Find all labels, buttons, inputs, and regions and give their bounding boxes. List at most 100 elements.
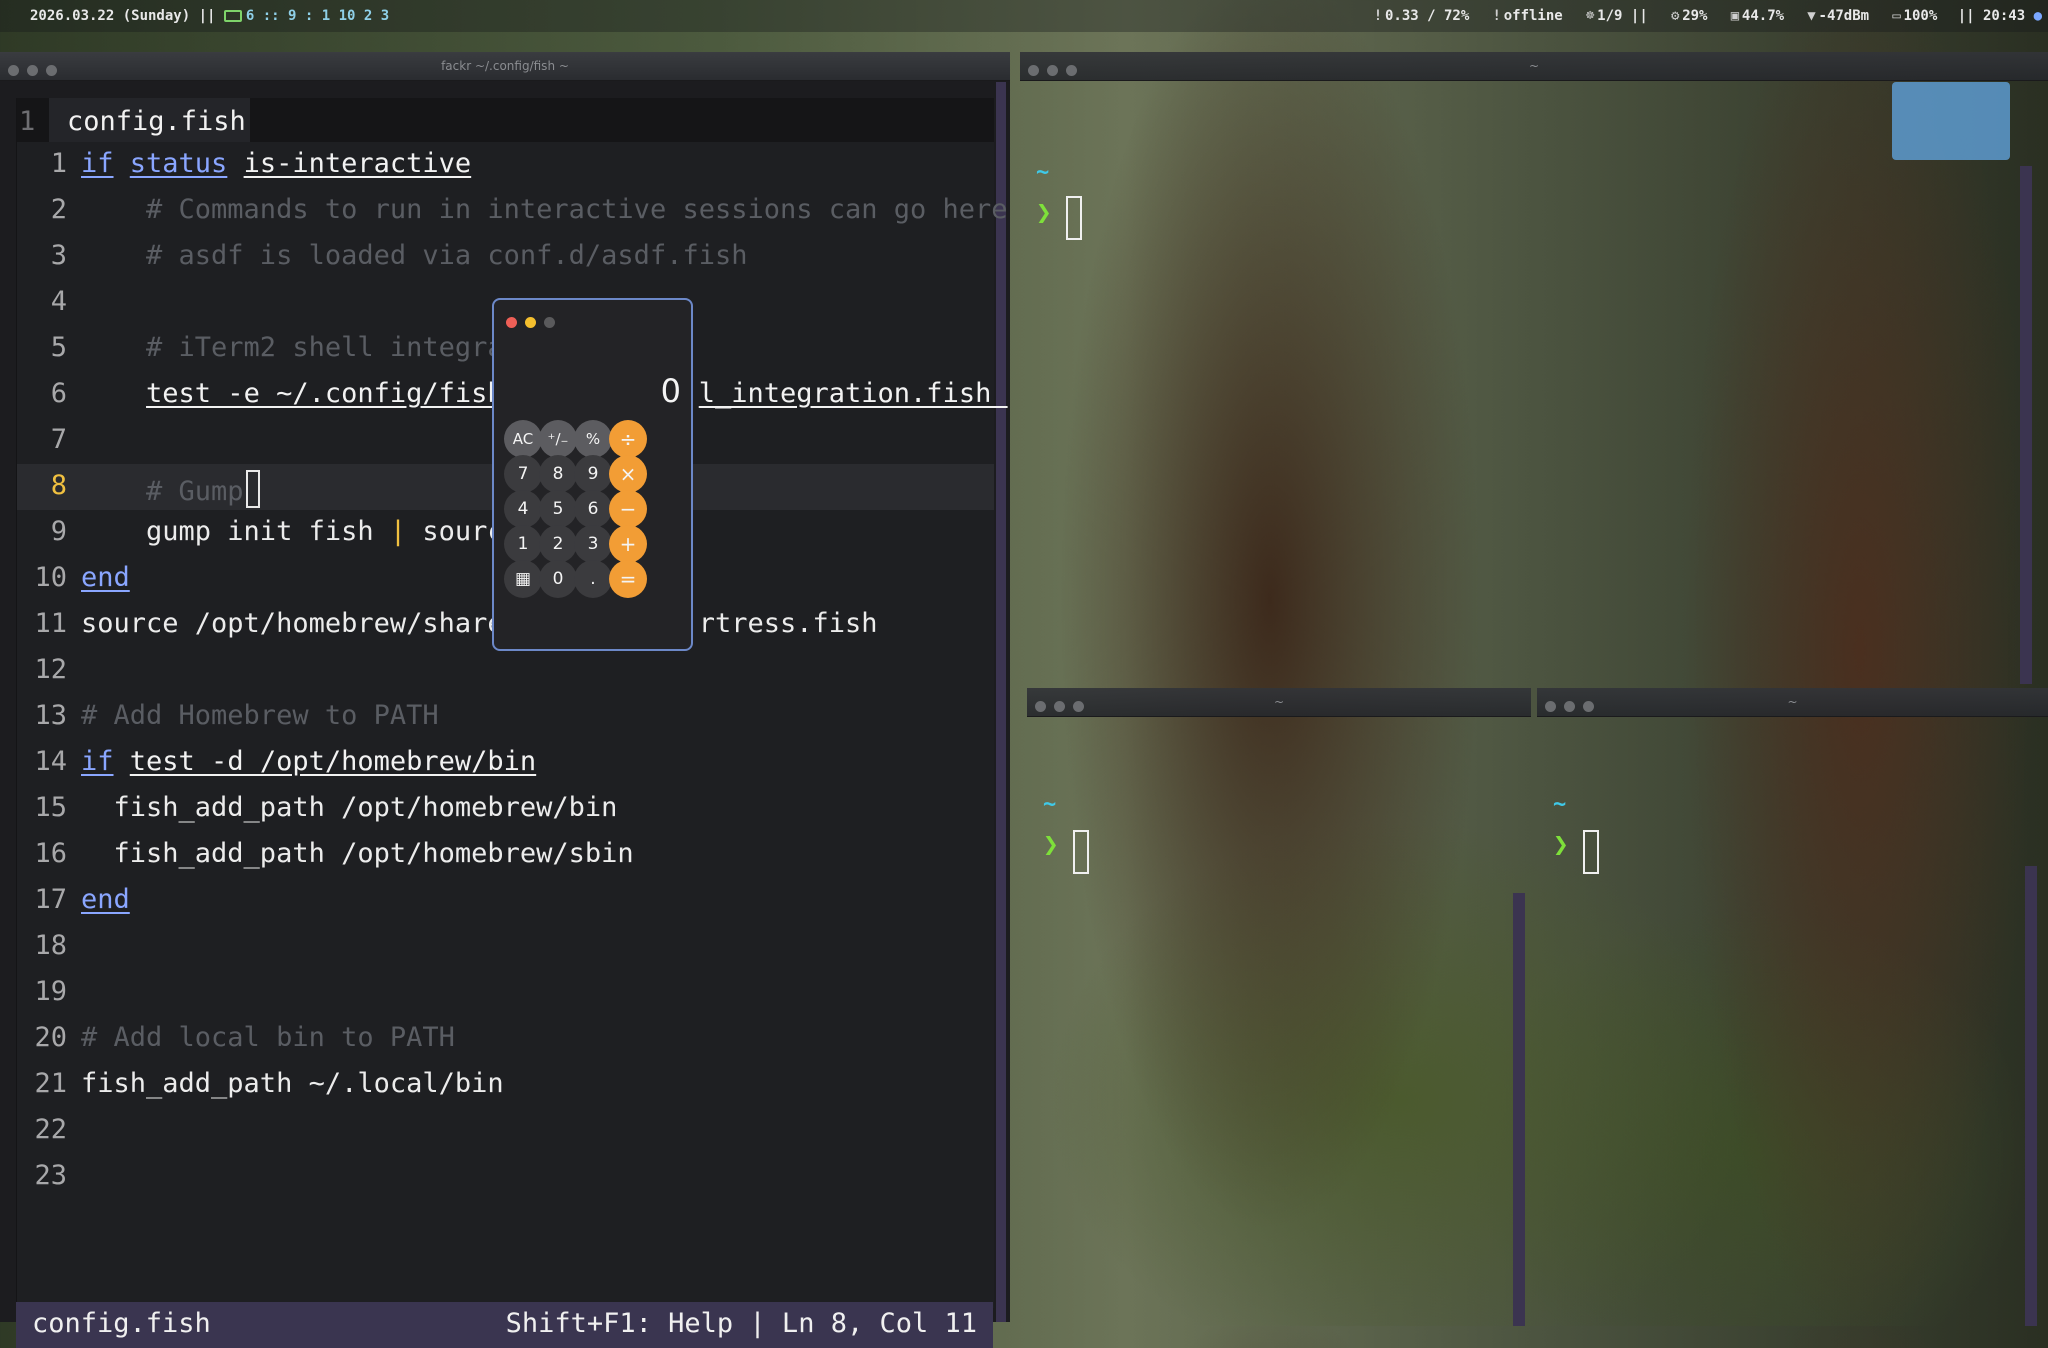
code-token: gump init fish: [81, 516, 390, 547]
editor-window: fackr ~/.config/fish ~ 1 config.fish 1 if…: [0, 52, 1010, 1348]
status-right: ! 0.33 / 72% ! offline ☸ 1/9 || ⚙ 29% ▣ 44.7%…: [1371, 8, 2042, 24]
date-label: 2026.03.22 (Sunday) ||: [30, 8, 216, 24]
digit-2-button[interactable]: 2: [539, 525, 577, 563]
calculator-window[interactable]: 0 AC ⁺∕₋% ÷ 7 8 9 × 4 5 6−1 2 3 + ▦ 0. =: [492, 298, 693, 651]
window-scrollbar[interactable]: [996, 82, 1006, 1322]
decimal-button[interactable]: .: [574, 560, 612, 598]
network-state-label: offline: [1503, 8, 1563, 24]
code-line[interactable]: 16 fish_add_path /opt/homebrew/sbin: [17, 832, 994, 878]
digit-7-button[interactable]: 7: [504, 455, 542, 493]
line-number: 6: [50, 378, 67, 409]
code-line[interactable]: 21 fish_add_path ~/.local/bin: [17, 1062, 994, 1108]
calculator-mode-icon[interactable]: ▦: [504, 560, 542, 598]
code-token: if: [81, 148, 114, 179]
terminal-scrollbar[interactable]: [2025, 866, 2037, 1326]
digit-0-button[interactable]: 0: [539, 560, 577, 598]
digit-4-button[interactable]: 4: [504, 490, 542, 528]
zoom-button[interactable]: [544, 317, 555, 328]
code-text: # Commands to run in interactive session…: [81, 194, 1008, 225]
line-number: 19: [34, 976, 67, 1007]
code-text: gump init fish | sourc: [81, 516, 504, 547]
terminal-window-bottom-left[interactable]: ~ ~ ❯: [1027, 688, 1531, 1326]
line-number: 15: [34, 792, 67, 823]
code-line[interactable]: 19: [17, 970, 994, 1016]
window-title: ~: [1787, 695, 1798, 709]
plus-minus-button[interactable]: ⁺∕₋: [539, 420, 577, 458]
status-filename: config.fish: [32, 1308, 211, 1339]
code-token: # Commands to run in interactive session…: [81, 194, 1008, 225]
line-number: 14: [34, 746, 67, 777]
code-text: # iTerm2 shell integra: [81, 332, 504, 363]
percent-button[interactable]: %: [574, 420, 612, 458]
window-title: ~: [1273, 695, 1285, 709]
digit-5-button[interactable]: 5: [539, 490, 577, 528]
code-token: status: [129, 148, 228, 179]
code-text: # Add Homebrew to PATH: [81, 700, 439, 731]
divide-button[interactable]: ÷: [609, 420, 647, 458]
terminal-titlebar[interactable]: ~: [1027, 688, 1531, 717]
code-token: fish_add_path ~/.local/bin: [81, 1068, 504, 1099]
terminal-titlebar[interactable]: ~: [1537, 688, 2048, 717]
equals-button[interactable]: =: [609, 560, 647, 598]
code-line[interactable]: 13 # Add Homebrew to PATH: [17, 694, 994, 740]
close-button[interactable]: [506, 317, 517, 328]
code-line[interactable]: 1 if status is-interactive: [17, 142, 994, 188]
line-number: 5: [50, 332, 67, 363]
line-number: 23: [34, 1160, 67, 1191]
minus-button[interactable]: −: [609, 490, 647, 528]
code-line[interactable]: 14 if test -d /opt/homebrew/bin: [17, 740, 994, 786]
digit-1-button[interactable]: 1: [504, 525, 542, 563]
status-position: Shift+F1: Help | Ln 8, Col 11: [505, 1308, 977, 1339]
code-line[interactable]: 22: [17, 1108, 994, 1154]
text-cursor: [245, 470, 260, 508]
editor-body[interactable]: 1 config.fish 1 if status is-interactive 2…: [16, 98, 1008, 1308]
code-line[interactable]: 3 # asdf is loaded via conf.d/asdf.fish: [17, 234, 994, 280]
code-text: if test -d /opt/homebrew/bin: [81, 746, 536, 777]
code-text: fish_add_path /opt/homebrew/bin: [81, 792, 618, 823]
digit-3-button[interactable]: 3: [574, 525, 612, 563]
code-token: test -d /opt/homebrew/bin: [129, 746, 537, 777]
code-line[interactable]: 15 fish_add_path /opt/homebrew/bin: [17, 786, 994, 832]
cpu-label: 29%: [1682, 8, 1708, 24]
line-number: 20: [34, 1022, 67, 1053]
code-token: end: [81, 562, 130, 593]
status-left: 2026.03.22 (Sunday) || 6 :: 9 : 1 10 2 3: [30, 8, 389, 24]
code-text: end: [81, 884, 130, 915]
workspace-indicator[interactable]: 6 :: 9 : 1 10 2 3: [246, 8, 389, 24]
terminal-window-top[interactable]: ~ ~ ❯: [1020, 52, 2048, 684]
code-line[interactable]: 20 # Add local bin to PATH: [17, 1016, 994, 1062]
digit-6-button[interactable]: 6: [574, 490, 612, 528]
code-line[interactable]: 23: [17, 1154, 994, 1200]
tab-bar: 1 config.fish: [17, 98, 994, 142]
terminal-cursor: [1073, 830, 1089, 874]
all-clear-button[interactable]: AC: [504, 420, 542, 458]
plus-button[interactable]: +: [609, 525, 647, 563]
monitor-icon: [223, 10, 242, 22]
tab-config-fish[interactable]: config.fish: [49, 98, 250, 142]
multiply-button[interactable]: ×: [609, 455, 647, 493]
cwd-label: ~: [1553, 792, 1567, 817]
code-line[interactable]: 2 # Commands to run in interactive sessi…: [17, 188, 1008, 234]
alert-icon: !: [1492, 8, 1501, 24]
code-line[interactable]: 18: [17, 924, 994, 970]
terminal-cursor: [1066, 196, 1082, 240]
line-number: 17: [34, 884, 67, 915]
code-token: if: [81, 746, 114, 777]
digit-9-button[interactable]: 9: [574, 455, 612, 493]
digit-8-button[interactable]: 8: [539, 455, 577, 493]
top-status-bar: 2026.03.22 (Sunday) || 6 :: 9 : 1 10 2 3…: [0, 0, 2048, 32]
code-token: # Add local bin to PATH: [81, 1022, 455, 1053]
code-text: fish_add_path ~/.local/bin: [81, 1068, 504, 1099]
code-line[interactable]: 17 end: [17, 878, 994, 924]
battery-icon: ▭: [1892, 8, 1901, 24]
code-line[interactable]: 12: [17, 648, 994, 694]
line-number: 18: [34, 930, 67, 961]
terminal-window-bottom-right[interactable]: ~ ~ ❯: [1537, 688, 2048, 1326]
minimize-button[interactable]: [525, 317, 536, 328]
terminal-scrollbar[interactable]: [2020, 166, 2032, 684]
editor-titlebar[interactable]: fackr ~/.config/fish ~: [0, 52, 1010, 81]
terminal-scrollbar[interactable]: [1513, 893, 1525, 1326]
terminal-titlebar[interactable]: ~: [1020, 52, 2048, 81]
line-number: 9: [50, 516, 67, 547]
